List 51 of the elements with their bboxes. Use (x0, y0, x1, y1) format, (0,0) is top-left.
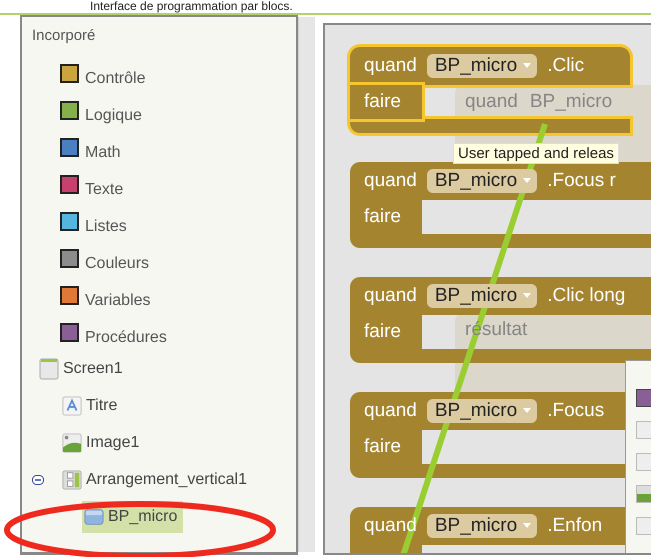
palette-item[interactable]: Listes (32, 202, 296, 239)
event-block[interactable]: quand BP_micro .Clic (350, 47, 630, 85)
block-keyword: quand (364, 55, 417, 77)
palette-heading: Incorporé (32, 27, 96, 44)
block-body: faire (350, 430, 422, 464)
block-body: faire (350, 200, 422, 234)
block-body: faire (350, 85, 422, 119)
block-keyword: quand (364, 170, 417, 192)
color-swatch-icon (636, 389, 651, 407)
event-block[interactable]: quand BP_micro .Focus r (350, 162, 651, 200)
component-dropdown[interactable]: BP_micro (426, 514, 538, 538)
palette-item[interactable]: Texte (32, 165, 296, 202)
component-dropdown[interactable]: BP_micro (426, 399, 538, 423)
block-body: faire (350, 315, 422, 349)
tree-item[interactable]: Screen1 (37, 353, 296, 385)
palette-item[interactable]: Math (32, 128, 296, 165)
tree-item[interactable]: Titre (60, 390, 124, 422)
palette-item[interactable]: Couleurs (32, 239, 296, 276)
image-icon (62, 432, 82, 454)
event-block[interactable]: quand BP_micro .Clic long (350, 277, 651, 315)
block-keyword: quand (364, 285, 417, 307)
arrangement-icon (62, 468, 82, 490)
letter-a-icon (62, 394, 82, 416)
tree-item[interactable]: Arrangement_vertical1 (60, 464, 253, 496)
event-name: .Clic long (547, 285, 626, 307)
image-icon (636, 485, 651, 503)
screen-icon (39, 358, 59, 380)
dropdown-arrow-icon (523, 178, 532, 184)
event-name: .Clic (547, 55, 584, 77)
component-dropdown[interactable]: BP_micro (426, 284, 538, 308)
dropdown-arrow-icon (523, 63, 532, 69)
faded-block-text: quand (465, 91, 518, 113)
component-dropdown[interactable]: BP_micro (426, 169, 538, 193)
block-keyword: quand (364, 400, 417, 422)
tree-item[interactable]: Image1 (60, 426, 146, 458)
event-name: .Enfon (547, 515, 602, 537)
dropdown-arrow-icon (523, 408, 532, 414)
palette-item[interactable]: Variables (32, 276, 296, 313)
tooltip: User tapped and releas (453, 143, 619, 164)
palette-item[interactable]: Procédures (32, 313, 296, 350)
dropdown-arrow-icon (523, 523, 532, 529)
faded-block-text: BP_micro (530, 91, 612, 113)
block-keyword: quand (364, 515, 417, 537)
collapse-toggle-icon[interactable] (32, 474, 44, 486)
dropdown-arrow-icon (523, 293, 532, 299)
palette-item[interactable]: Contrôle (32, 54, 296, 91)
scrollbar[interactable] (298, 17, 315, 552)
event-name: .Focus r (547, 170, 616, 192)
component-dropdown[interactable]: BP_micro (426, 54, 538, 78)
event-name: .Focus (547, 400, 604, 422)
palette-item[interactable]: Logique (32, 91, 296, 128)
